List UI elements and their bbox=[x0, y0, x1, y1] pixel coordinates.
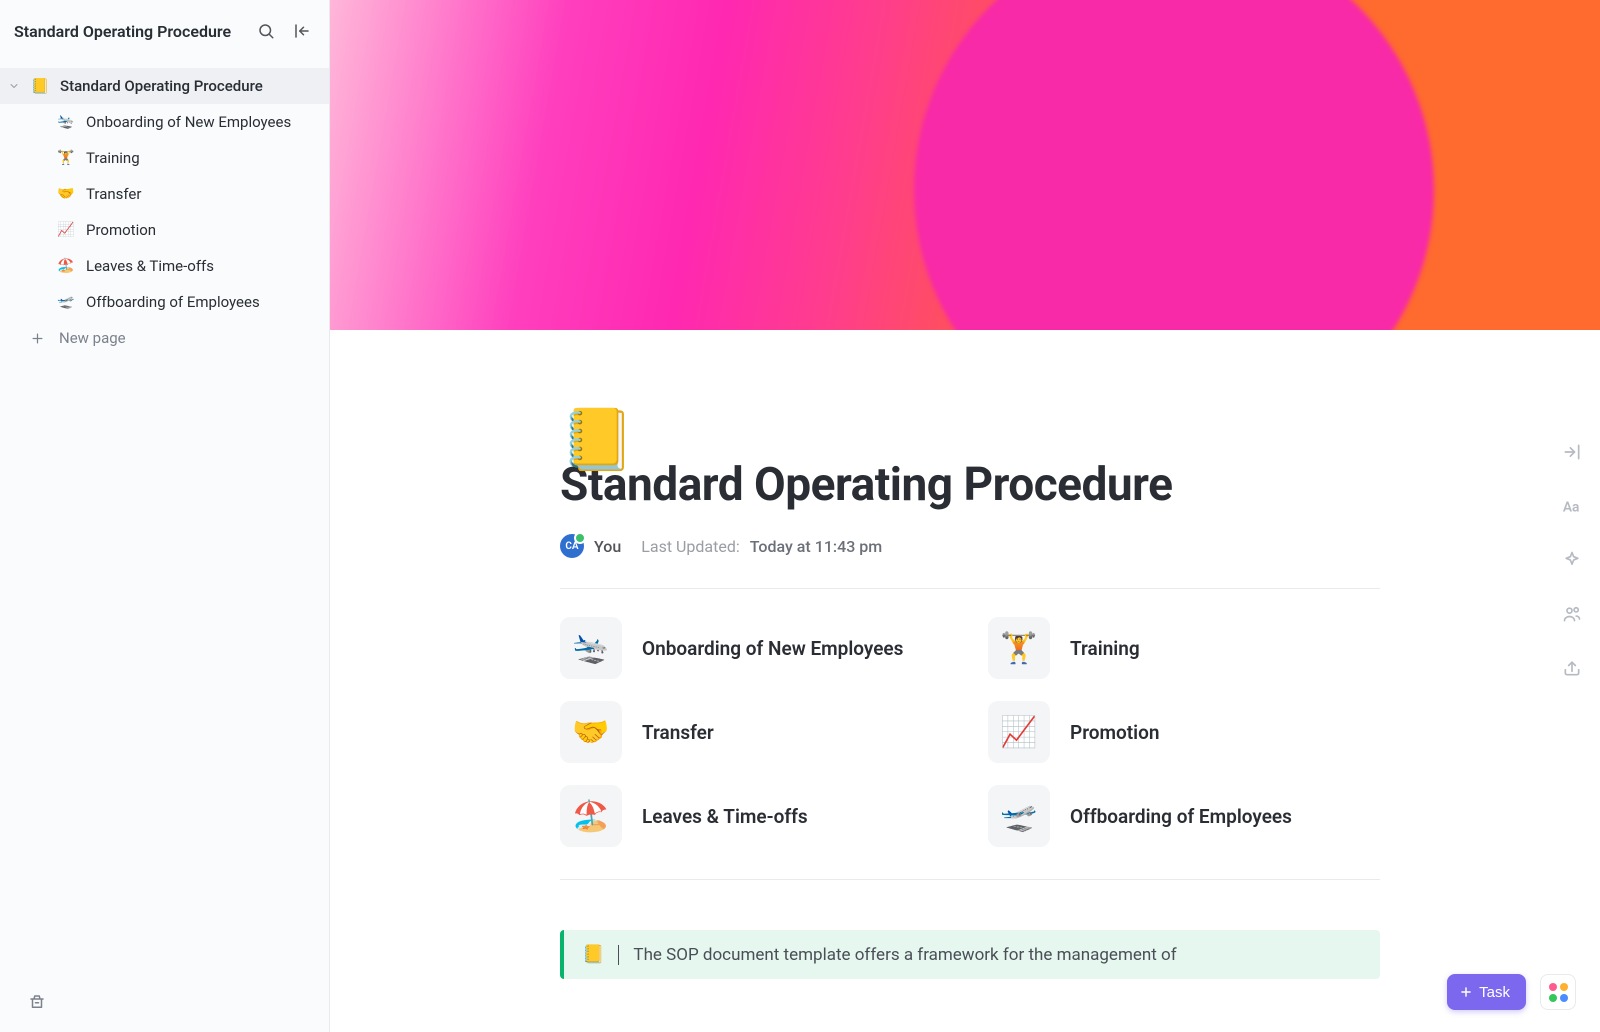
author-label: You bbox=[594, 537, 621, 556]
card-emoji: 📈 bbox=[988, 701, 1050, 763]
card-emoji: 🤝 bbox=[560, 701, 622, 763]
tree-row-label: Leaves & Time-offs bbox=[86, 257, 214, 275]
tree-row-child[interactable]: 🛬 Onboarding of New Employees bbox=[0, 104, 329, 140]
tree-row-label: Training bbox=[86, 149, 140, 167]
avatar[interactable]: CA bbox=[560, 534, 584, 558]
share-icon[interactable] bbox=[1560, 656, 1584, 680]
search-icon[interactable] bbox=[253, 18, 279, 44]
sidebar-header: Standard Operating Procedure bbox=[0, 0, 329, 62]
content-area: 📒 Standard Operating Procedure CA You La… bbox=[330, 330, 1600, 1032]
chevron-down-icon bbox=[8, 80, 20, 92]
tree-row-label: Onboarding of New Employees bbox=[86, 113, 291, 131]
tree-row-child[interactable]: 🏖️ Leaves & Time-offs bbox=[0, 248, 329, 284]
floating-actions: Task bbox=[1447, 974, 1576, 1010]
page-emoji: 🤝 bbox=[56, 186, 76, 202]
card-emoji: 🏋️ bbox=[988, 617, 1050, 679]
right-rail: Aa bbox=[1544, 440, 1600, 680]
page-emoji: 📈 bbox=[56, 222, 76, 238]
tree-row-root[interactable]: 📒 Standard Operating Procedure bbox=[0, 68, 329, 104]
tree-row-label: Promotion bbox=[86, 221, 156, 239]
subpage-card[interactable]: 🤝 Transfer bbox=[560, 701, 952, 763]
collapse-sidebar-icon[interactable] bbox=[289, 18, 315, 44]
svg-text:Aa: Aa bbox=[1563, 500, 1580, 516]
apps-grid-icon bbox=[1549, 983, 1568, 1002]
subpage-card[interactable]: 🏋️ Training bbox=[988, 617, 1380, 679]
card-label: Leaves & Time-offs bbox=[642, 805, 808, 828]
card-label: Onboarding of New Employees bbox=[642, 637, 903, 660]
page-emoji: 🛬 bbox=[56, 114, 76, 130]
card-emoji: 🛫 bbox=[988, 785, 1050, 847]
tree-row-label: Offboarding of Employees bbox=[86, 293, 260, 311]
card-emoji: 🏖️ bbox=[560, 785, 622, 847]
page-emoji: 🏋️ bbox=[56, 150, 76, 166]
card-label: Offboarding of Employees bbox=[1070, 805, 1292, 828]
subpage-card[interactable]: 🛫 Offboarding of Employees bbox=[988, 785, 1380, 847]
expand-icon[interactable] bbox=[1560, 440, 1584, 464]
ai-icon[interactable] bbox=[1560, 548, 1584, 572]
cover-image[interactable] bbox=[330, 0, 1600, 330]
page-emoji: 🏖️ bbox=[56, 258, 76, 274]
tree-row-child[interactable]: 🏋️ Training bbox=[0, 140, 329, 176]
subpage-card[interactable]: 📈 Promotion bbox=[988, 701, 1380, 763]
page-emoji: 🛫 bbox=[56, 294, 76, 310]
subpage-card[interactable]: 🏖️ Leaves & Time-offs bbox=[560, 785, 952, 847]
card-label: Training bbox=[1070, 637, 1140, 660]
subpage-cards: 🛬 Onboarding of New Employees 🏋️ Trainin… bbox=[560, 617, 1380, 847]
page-title[interactable]: Standard Operating Procedure bbox=[560, 458, 1380, 512]
last-updated-value: Today at 11:43 pm bbox=[750, 537, 883, 556]
archive-icon[interactable] bbox=[28, 993, 46, 1015]
new-task-button[interactable]: Task bbox=[1447, 974, 1526, 1010]
page-tree: 📒 Standard Operating Procedure 🛬 Onboard… bbox=[0, 62, 329, 356]
callout-text: The SOP document template offers a frame… bbox=[633, 945, 1176, 965]
page-meta: CA You Last Updated: Today at 11:43 pm bbox=[560, 534, 1380, 558]
sidebar-title: Standard Operating Procedure bbox=[14, 22, 243, 41]
divider bbox=[560, 588, 1380, 589]
tree-row-child[interactable]: 📈 Promotion bbox=[0, 212, 329, 248]
divider bbox=[560, 879, 1380, 880]
card-label: Transfer bbox=[642, 721, 714, 744]
card-emoji: 🛬 bbox=[560, 617, 622, 679]
callout-emoji: 📒 bbox=[582, 944, 604, 965]
new-page-label: New page bbox=[59, 329, 126, 347]
plus-icon bbox=[30, 331, 45, 346]
tree-row-child[interactable]: 🤝 Transfer bbox=[0, 176, 329, 212]
page-icon[interactable]: 📒 bbox=[560, 410, 635, 470]
subpage-card[interactable]: 🛬 Onboarding of New Employees bbox=[560, 617, 952, 679]
page-emoji: 📒 bbox=[30, 77, 50, 95]
text-cursor bbox=[618, 945, 619, 965]
typography-icon[interactable]: Aa bbox=[1560, 494, 1584, 518]
card-label: Promotion bbox=[1070, 721, 1159, 744]
last-updated-label: Last Updated: bbox=[641, 537, 739, 556]
tree-row-child[interactable]: 🛫 Offboarding of Employees bbox=[0, 284, 329, 320]
plus-icon bbox=[1459, 985, 1473, 999]
main: 📒 Standard Operating Procedure CA You La… bbox=[330, 0, 1600, 1032]
tree-row-label: Standard Operating Procedure bbox=[60, 77, 263, 95]
new-page-button[interactable]: New page bbox=[0, 320, 329, 356]
sidebar-footer bbox=[0, 976, 329, 1032]
callout-block[interactable]: 📒 The SOP document template offers a fra… bbox=[560, 930, 1380, 979]
task-button-label: Task bbox=[1479, 984, 1510, 1001]
sidebar: Standard Operating Procedure 📒 Standard … bbox=[0, 0, 330, 1032]
collaborators-icon[interactable] bbox=[1560, 602, 1584, 626]
apps-button[interactable] bbox=[1540, 974, 1576, 1010]
tree-row-label: Transfer bbox=[86, 185, 141, 203]
